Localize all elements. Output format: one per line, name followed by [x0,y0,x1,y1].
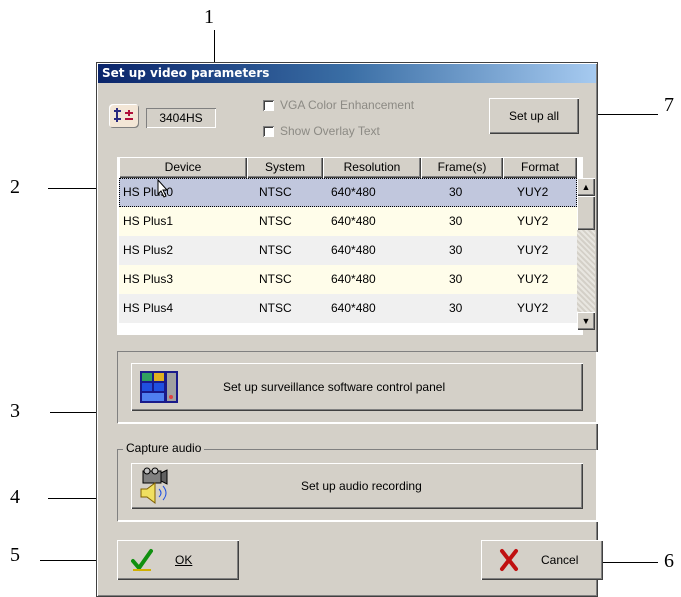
callout-5: 5 [10,544,20,566]
cell-device: HS Plus4 [123,301,174,315]
cell-format: YUY2 [517,185,549,199]
callout-3: 3 [10,400,20,422]
ok-label: OK [175,553,193,567]
cell-device: HS Plus3 [123,272,174,286]
cell-resolution: 640*480 [331,272,376,286]
scroll-thumb[interactable] [577,196,595,230]
control-panel-icon [140,371,178,403]
cell-device: HS Plus2 [123,243,174,257]
cell-system: NTSC [259,272,292,286]
ok-button[interactable]: OK [117,540,239,580]
table-row[interactable]: HS Plus3 NTSC 640*480 30 YUY2 [119,265,577,294]
table-rows: HS Plus0 NTSC 640*480 30 YUY2 HS Plus1 N… [119,178,577,323]
callout-7: 7 [664,94,674,116]
device-settings-icon[interactable] [109,104,139,128]
vga-checkbox-box[interactable] [263,99,274,111]
cell-format: YUY2 [517,243,549,257]
callout-6: 6 [664,550,674,572]
callout-1: 1 [204,6,214,28]
table-row[interactable]: HS Plus1 NTSC 640*480 30 YUY2 [119,207,577,236]
overlay-checkbox-box[interactable] [263,125,274,137]
capture-audio-group: Capture audio Set up audio recording [117,441,597,521]
cell-frames: 30 [449,185,463,199]
cell-device: HS Plus0 [123,185,174,199]
cell-resolution: 640*480 [331,301,376,315]
video-parameters-dialog: Set up video parameters 3404HS VGA Color… [96,62,603,597]
cell-format: YUY2 [517,272,549,286]
table-row[interactable]: HS Plus2 NTSC 640*480 30 YUY2 [119,236,577,265]
header-frames[interactable]: Frame(s) [421,157,503,178]
dialog-title: Set up video parameters [98,64,596,83]
callout-line-6 [598,562,658,563]
control-panel-button[interactable]: Set up surveillance software control pan… [131,363,583,411]
cancel-label: Cancel [541,553,579,567]
header-resolution[interactable]: Resolution [323,157,421,178]
checkmark-icon [131,549,153,572]
cell-device: HS Plus1 [123,214,174,228]
audio-recording-button[interactable]: Set up audio recording [131,463,583,509]
overlay-checkbox-label: Show Overlay Text [280,124,380,138]
cell-system: NTSC [259,214,292,228]
callout-4: 4 [10,486,20,508]
table-row[interactable]: HS Plus4 NTSC 640*480 30 YUY2 [119,294,577,323]
header-format[interactable]: Format [503,157,577,178]
cell-resolution: 640*480 [331,243,376,257]
table-header: Device System Resolution Frame(s) Format [119,157,577,178]
cell-format: YUY2 [517,301,549,315]
cell-resolution: 640*480 [331,214,376,228]
control-panel-group: Set up surveillance software control pan… [117,351,597,423]
capture-audio-label: Capture audio [123,441,205,455]
scroll-up-icon[interactable]: ▲ [577,178,595,196]
cell-frames: 30 [449,272,463,286]
header-device[interactable]: Device [119,157,247,178]
header-system[interactable]: System [247,157,323,178]
cell-frames: 30 [449,243,463,257]
audio-recording-label: Set up audio recording [301,479,422,493]
control-panel-label: Set up surveillance software control pan… [223,380,446,394]
cell-frames: 30 [449,214,463,228]
cell-format: YUY2 [517,214,549,228]
cancel-button[interactable]: Cancel [481,540,603,580]
model-field: 3404HS [146,108,216,128]
vga-color-enhancement-checkbox[interactable]: VGA Color Enhancement [263,98,414,112]
cell-system: NTSC [259,243,292,257]
cancel-x-icon [500,549,518,571]
callout-2: 2 [10,176,20,198]
cell-system: NTSC [259,301,292,315]
cell-resolution: 640*480 [331,185,376,199]
show-overlay-text-checkbox[interactable]: Show Overlay Text [263,124,380,138]
table-row[interactable]: HS Plus0 NTSC 640*480 30 YUY2 [119,178,577,207]
scroll-down-icon[interactable]: ▼ [577,312,595,330]
cell-system: NTSC [259,185,292,199]
device-table: Device System Resolution Frame(s) Format… [117,157,595,335]
table-scrollbar[interactable]: ▲ ▼ [577,178,595,330]
cell-frames: 30 [449,301,463,315]
audio-recording-icon [140,467,168,504]
setup-all-button[interactable]: Set up all [489,98,579,134]
mouse-cursor-icon [157,179,169,198]
vga-checkbox-label: VGA Color Enhancement [280,98,415,112]
